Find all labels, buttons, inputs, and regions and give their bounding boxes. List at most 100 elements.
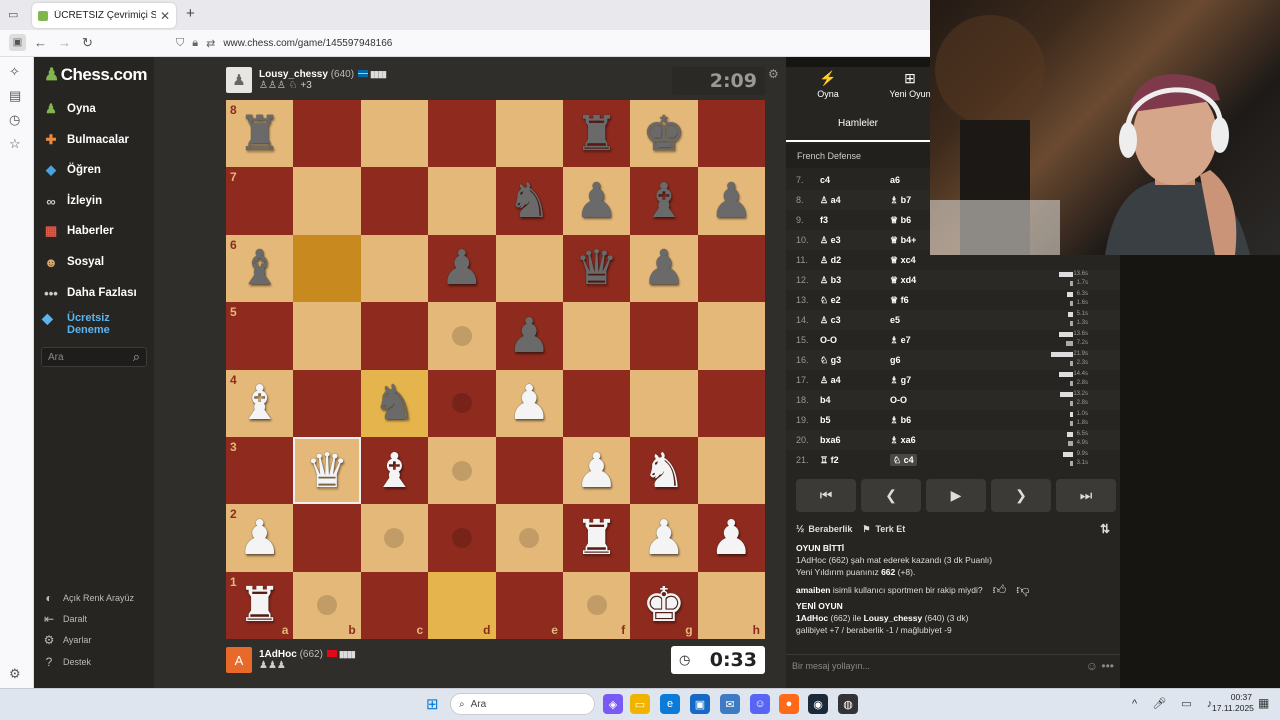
move-hint-dot[interactable] — [317, 595, 338, 616]
black-bishop-icon[interactable]: ♝ — [238, 244, 281, 292]
move-hint-dot[interactable] — [451, 527, 472, 548]
black-knight-icon[interactable]: ♞ — [508, 177, 551, 225]
white-move[interactable]: ♙ a4 — [820, 195, 890, 206]
synced-tabs-icon[interactable]: ▤ — [9, 88, 21, 104]
resign-button[interactable]: Terk Et — [875, 524, 905, 534]
square-h2[interactable]: ♟ — [697, 504, 765, 572]
white-pawn-icon[interactable]: ♟ — [710, 514, 753, 562]
outlook-icon[interactable]: ✉ — [720, 694, 740, 714]
square-b5[interactable] — [293, 302, 361, 370]
square-h8[interactable] — [697, 100, 765, 168]
white-pawn-icon[interactable]: ♟ — [575, 447, 618, 495]
white-rook-icon[interactable]: ♜ — [575, 514, 618, 562]
square-h5[interactable] — [697, 302, 765, 370]
settings-link[interactable]: ⚙ Ayarlar — [42, 633, 92, 647]
back-button[interactable]: ← — [34, 35, 47, 50]
white-queen-icon[interactable]: ♛ — [306, 447, 349, 495]
square-g5[interactable] — [630, 302, 698, 370]
square-h6[interactable] — [697, 234, 765, 303]
system-clock[interactable]: 00:37 17.11.2025 — [1212, 692, 1254, 714]
square-e7[interactable]: ♞ — [495, 167, 563, 235]
square-e4[interactable]: ♟ — [495, 369, 563, 437]
tab-list-icon[interactable]: ▭ — [8, 8, 18, 21]
square-h3[interactable] — [697, 436, 765, 505]
black-pawn-icon[interactable]: ♟ — [575, 177, 618, 225]
square-f3[interactable]: ♟ — [562, 436, 631, 505]
square-g3[interactable]: ♞ — [630, 436, 698, 505]
square-e1[interactable]: e — [495, 571, 563, 639]
address-bar[interactable]: ⛉ 🔒︎ ⇄ www.chess.com/game/145597948166 — [176, 33, 930, 53]
nav-item-watch[interactable]: ∞ İzleyin — [42, 190, 102, 212]
support-link[interactable]: ? Destek — [42, 655, 91, 669]
square-f1[interactable]: f — [562, 571, 631, 639]
discord-icon[interactable]: ☺ — [750, 694, 770, 714]
square-e6[interactable] — [495, 234, 563, 303]
white-move[interactable]: ♙ e3 — [820, 235, 890, 246]
white-pawn-icon[interactable]: ♟ — [508, 379, 551, 427]
square-c1[interactable]: c — [360, 571, 429, 639]
notifications-icon[interactable]: ▦ — [1258, 696, 1269, 710]
square-h1[interactable]: h — [697, 571, 765, 639]
white-bishop-icon[interactable]: ♝ — [238, 379, 281, 427]
thumbs-down-icon[interactable]: 👎︎ — [1016, 583, 1029, 596]
play-moves-button[interactable]: ▶ — [926, 479, 986, 512]
white-knight-icon[interactable]: ♞ — [642, 447, 685, 495]
square-a8[interactable]: ♜ 8 — [226, 100, 294, 168]
top-player-avatar[interactable]: ♟ — [226, 67, 252, 93]
steam-icon[interactable]: ◉ — [808, 694, 828, 714]
square-d2[interactable] — [428, 504, 496, 572]
square-b2[interactable] — [293, 504, 361, 572]
move-hint-dot[interactable] — [451, 460, 472, 481]
tab-play[interactable]: ⚡ Oyna — [788, 70, 868, 99]
emoji-and-menu-icon[interactable]: ☺ ••• — [1086, 659, 1114, 673]
square-c5[interactable] — [360, 302, 429, 370]
nav-item-social[interactable]: ☻ Sosyal — [42, 251, 104, 273]
draw-button[interactable]: Beraberlik — [808, 524, 852, 534]
square-f2[interactable]: ♜ — [562, 504, 631, 572]
obs-icon[interactable]: ◍ — [838, 694, 858, 714]
square-b6[interactable] — [293, 234, 361, 303]
white-move[interactable]: ♙ d2 — [820, 255, 890, 266]
browser-tab[interactable]: ÜCRETSİZ Çevrimiçi Satranç Oy ✕ — [32, 3, 176, 28]
black-pawn-icon[interactable]: ♟ — [642, 244, 685, 292]
square-a3[interactable]: 3 — [226, 436, 294, 505]
tray-icons[interactable]: ^ 🎤︎ ▭ ♪ — [1132, 697, 1218, 710]
square-d5[interactable] — [428, 302, 496, 370]
square-d4[interactable] — [428, 369, 496, 437]
black-knight-icon[interactable]: ♞ — [373, 379, 416, 427]
taskbar-search[interactable]: ⌕ Ara — [450, 693, 595, 715]
black-queen-icon[interactable]: ♛ — [575, 244, 618, 292]
square-a7[interactable]: 7 — [226, 167, 294, 235]
square-f6[interactable]: ♛ — [562, 234, 631, 303]
move-hint-dot[interactable] — [384, 527, 405, 548]
nav-item-play[interactable]: ♟ Oyna — [42, 98, 96, 120]
square-g6[interactable]: ♟ — [630, 234, 698, 303]
black-pawn-icon[interactable]: ♟ — [710, 177, 753, 225]
nav-item-learn[interactable]: ◆ Öğren — [42, 159, 101, 181]
square-d6[interactable]: ♟ — [428, 234, 496, 303]
free-trial-link[interactable]: ◆ Ücretsiz Deneme — [42, 311, 110, 336]
square-g8[interactable]: ♚ — [630, 100, 698, 168]
square-d8[interactable] — [428, 100, 496, 168]
square-g1[interactable]: ♚ g — [630, 571, 698, 639]
square-c6[interactable] — [360, 234, 429, 303]
square-c4[interactable]: ♞ — [360, 369, 429, 437]
white-bishop-icon[interactable]: ♝ — [373, 447, 416, 495]
square-f7[interactable]: ♟ — [562, 167, 631, 235]
square-h4[interactable] — [697, 369, 765, 437]
square-c2[interactable] — [360, 504, 429, 572]
square-e8[interactable] — [495, 100, 563, 168]
white-rook-icon[interactable]: ♜ — [238, 581, 281, 629]
last-move-button[interactable]: ⏭ — [1056, 479, 1116, 512]
black-bishop-icon[interactable]: ♝ — [642, 177, 685, 225]
square-f4[interactable] — [562, 369, 631, 437]
history-icon[interactable]: ◷ — [9, 112, 20, 128]
chess-logo[interactable]: ♟ Chess.com — [44, 65, 147, 85]
move-hint-dot[interactable] — [519, 527, 540, 548]
sidebar-toggle-icon[interactable]: ▣ — [9, 34, 26, 51]
square-c3[interactable]: ♝ — [360, 436, 429, 505]
tab-moves[interactable]: Hamleler — [786, 112, 930, 142]
close-tab-icon[interactable]: ✕ — [160, 9, 170, 23]
black-move[interactable]: ♕ xc4 — [890, 255, 960, 266]
reload-button[interactable]: ↻ — [82, 35, 93, 51]
